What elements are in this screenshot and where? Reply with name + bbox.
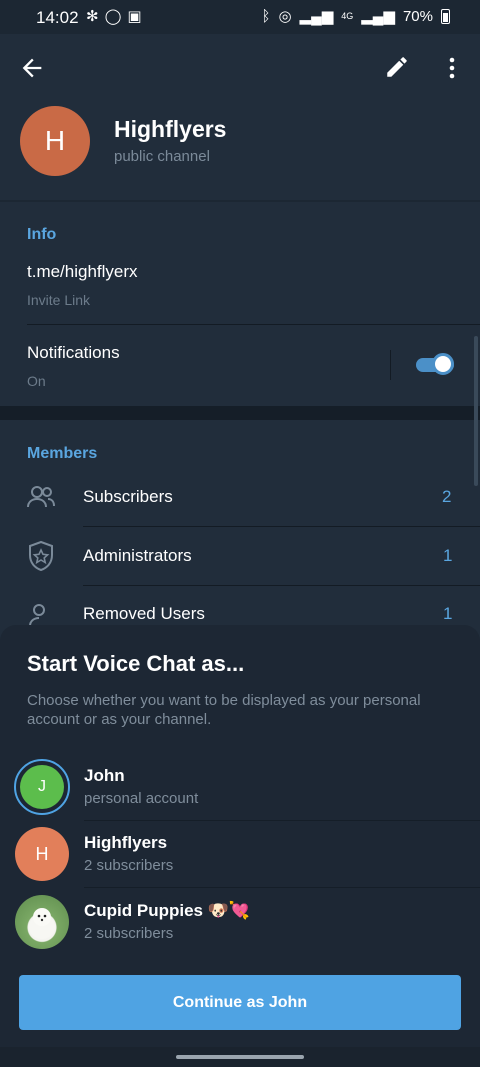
toggle-divider [390, 350, 391, 380]
account-subtitle: 2 subscribers [84, 925, 174, 942]
divider [27, 324, 480, 325]
members-section-title: Members [27, 445, 98, 462]
subscribers-label: Subscribers [83, 487, 173, 506]
sheet-description: Choose whether you want to be displayed … [27, 692, 421, 728]
notifications-row[interactable]: Notifications On [0, 326, 480, 400]
shield-star-icon [29, 540, 53, 572]
network-type-label: 4G [341, 11, 354, 21]
account-name: John [84, 766, 125, 785]
channel-title: Highflyers [114, 116, 227, 142]
avatar-letter: H [35, 843, 49, 864]
toggle-knob [432, 353, 454, 375]
notifications-toggle[interactable] [414, 352, 456, 376]
notifications-value: On [27, 373, 46, 389]
bluetooth-icon: ᛒ [261, 7, 271, 25]
channel-header: H Highflyers public channel [0, 34, 480, 200]
signal-icon: ▂▄▆ [299, 8, 334, 25]
divider [84, 820, 480, 821]
continue-button[interactable]: Continue as John [19, 975, 461, 1030]
navigation-bar [0, 1047, 480, 1067]
fan-icon: ✻ [86, 8, 99, 25]
channel-avatar[interactable]: H [20, 106, 90, 176]
whatsapp-icon: ◯ [104, 8, 122, 25]
subscribers-count: 2 [442, 487, 452, 506]
section-separator [0, 406, 480, 420]
more-options-button[interactable] [440, 54, 464, 82]
account-subtitle: 2 subscribers [84, 857, 174, 874]
account-option-cupid-puppies[interactable]: Cupid Puppies 🐶💘 2 subscribers [0, 891, 480, 955]
account-name: Highflyers [84, 833, 168, 852]
people-icon [27, 486, 55, 508]
account-option-john[interactable]: J John personal account [0, 755, 480, 819]
channel-avatar-letter: H [44, 125, 66, 156]
battery-percentage: 70% [402, 7, 433, 25]
avatar: J [20, 765, 64, 809]
administrators-row[interactable]: Administrators 1 [0, 527, 480, 585]
status-notification-icons: ✻ ◯ ▣ [86, 7, 142, 25]
status-time: 14:02 [36, 8, 79, 27]
administrators-count: 1 [443, 546, 453, 565]
removed-users-label: Removed Users [83, 604, 205, 623]
invite-link-value: t.me/highflyerx [27, 262, 138, 281]
info-section-title: Info [27, 226, 57, 243]
pencil-icon [387, 57, 407, 77]
channel-subtitle: public channel [114, 148, 210, 165]
scrollbar[interactable] [474, 336, 478, 486]
sheet-title: Start Voice Chat as... [27, 651, 245, 676]
avatar: H [15, 827, 69, 881]
status-bar: 14:02 ✻ ◯ ▣ ᛒ ◎ ▂▄▆ 4G ▂▄▆ 70% [0, 0, 480, 34]
hotspot-icon: ◎ [278, 8, 292, 25]
subscribers-row[interactable]: Subscribers 2 [0, 468, 480, 526]
divider [84, 887, 480, 888]
removed-users-count: 1 [443, 604, 453, 623]
arrow-left-icon [22, 58, 42, 78]
more-vertical-icon [449, 57, 455, 79]
back-button[interactable] [18, 54, 46, 82]
account-option-highflyers[interactable]: H Highflyers 2 subscribers [0, 823, 480, 887]
signal-icon-2: ▂▄▆ [361, 8, 395, 25]
account-name: Cupid Puppies 🐶💘 [84, 901, 251, 920]
invite-link-label: Invite Link [27, 292, 91, 308]
dog-photo-avatar [15, 895, 69, 949]
invite-link-row[interactable]: t.me/highflyerx Invite Link [0, 254, 480, 324]
voice-chat-sheet: Start Voice Chat as... Choose whether yo… [0, 625, 480, 1067]
home-indicator[interactable] [176, 1055, 304, 1059]
administrators-label: Administrators [83, 546, 192, 565]
notifications-label: Notifications [27, 343, 120, 362]
dog-photo-icon [29, 908, 55, 939]
gallery-icon: ▣ [127, 8, 142, 25]
account-subtitle: personal account [84, 790, 199, 807]
status-system-icons: ᛒ ◎ ▂▄▆ 4G ▂▄▆ 70% [261, 7, 450, 25]
edit-button[interactable] [384, 54, 412, 82]
battery-icon [441, 8, 450, 24]
members-section: Members Subscribers 2 Administrators 1 R… [0, 420, 480, 650]
avatar-letter: J [38, 778, 46, 795]
info-section: Info t.me/highflyerx Invite Link Notific… [0, 202, 480, 406]
